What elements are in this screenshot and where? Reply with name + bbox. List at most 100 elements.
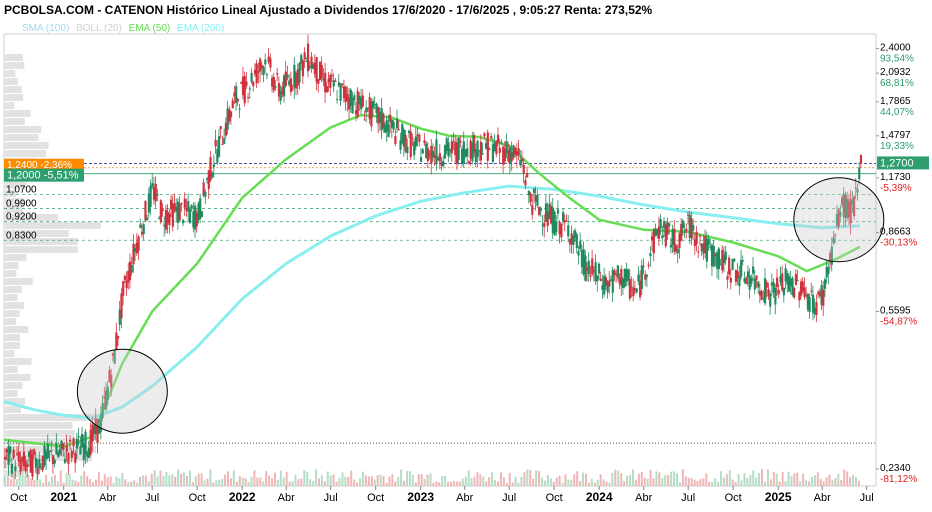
candle-body <box>752 266 755 274</box>
candle-body <box>488 148 491 150</box>
volume-bar <box>772 471 775 486</box>
candle-body <box>84 431 87 454</box>
candle-body <box>236 98 239 102</box>
candle-body <box>161 208 164 212</box>
volume-bar <box>602 479 605 486</box>
x-axis-label: 2021 <box>50 490 77 504</box>
right-axis-pct: 93,54% <box>880 53 914 64</box>
candle-body <box>123 276 127 281</box>
candle-body <box>363 119 366 121</box>
candle-body <box>409 131 412 158</box>
volume-bar <box>611 473 614 486</box>
volume-bar <box>350 470 353 486</box>
candle-body <box>247 96 250 98</box>
volume-bar <box>215 480 218 486</box>
volume-bar <box>725 474 728 486</box>
volume-bar <box>491 472 494 486</box>
candle-body <box>419 157 423 162</box>
volume-bar <box>138 476 141 486</box>
volume-profile-bar <box>5 54 23 61</box>
candle-body <box>394 136 397 144</box>
candle-body <box>272 76 275 91</box>
volume-bar <box>576 471 579 486</box>
volume-bar <box>411 475 414 486</box>
volume-bar <box>332 474 335 486</box>
candle-body <box>597 263 601 274</box>
candle-body <box>238 108 241 110</box>
volume-bar <box>162 476 165 486</box>
x-axis-label: Abr <box>278 492 295 504</box>
volume-bar <box>62 482 65 486</box>
volume-bar <box>476 472 479 486</box>
volume-bar <box>458 481 461 486</box>
volume-profile-bar <box>5 86 22 93</box>
candle-body <box>190 205 193 209</box>
candle-body <box>72 438 75 447</box>
volume-profile-bar <box>5 318 17 325</box>
volume-profile-bar <box>5 150 47 157</box>
volume-bar <box>587 482 590 486</box>
volume-bar <box>464 476 467 486</box>
candle-body <box>565 220 568 222</box>
candle-body <box>79 446 82 455</box>
volume-bar <box>282 477 285 486</box>
volume-bar <box>808 481 811 486</box>
candle-body <box>556 209 560 214</box>
volume-bar <box>752 470 755 486</box>
volume-bar <box>414 482 417 486</box>
candle-body <box>442 160 445 167</box>
candle-body <box>26 464 29 467</box>
candle-body <box>188 209 192 223</box>
volume-bar <box>699 479 702 486</box>
volume-bar <box>749 474 752 486</box>
volume-bar <box>667 475 670 486</box>
candle-body <box>182 220 185 224</box>
volume-bar <box>86 476 89 486</box>
candle-body <box>697 251 700 253</box>
volume-bar <box>854 476 857 486</box>
volume-profile-bar <box>5 78 18 85</box>
volume-bar <box>303 470 306 486</box>
candle-body <box>685 228 688 232</box>
volume-bar <box>106 477 109 486</box>
volume-bar <box>532 478 535 486</box>
volume-bar <box>42 482 45 486</box>
candle-body <box>777 289 780 295</box>
volume-bar <box>394 481 397 486</box>
candle-body <box>764 278 767 304</box>
candle-body <box>329 74 332 88</box>
volume-bar <box>825 477 828 486</box>
volume-bar <box>191 482 194 486</box>
volume-bar <box>159 470 162 486</box>
x-axis-label: Abr <box>99 492 116 504</box>
candle-body <box>490 136 493 139</box>
x-axis-label: Oct <box>10 492 27 504</box>
volume-bar <box>796 472 799 486</box>
volume-bar <box>467 470 470 486</box>
candle-body <box>154 183 157 202</box>
volume-profile-bar <box>5 142 49 149</box>
volume-bar <box>297 479 300 486</box>
candle-body <box>178 203 181 221</box>
volume-bar <box>68 473 71 486</box>
candle-body <box>647 264 650 266</box>
volume-bar <box>496 481 499 486</box>
candle-body <box>19 460 22 472</box>
candle-body <box>303 52 306 60</box>
volume-bar <box>494 480 497 486</box>
volume-bar <box>849 477 852 486</box>
candle-body <box>628 278 631 299</box>
volume-profile-bar <box>5 102 15 109</box>
candle-body <box>116 335 120 339</box>
candle-body <box>579 241 582 250</box>
volume-bar <box>285 471 288 486</box>
volume-bar <box>843 469 846 486</box>
volume-profile-bar <box>5 310 20 317</box>
candle-body <box>269 58 272 68</box>
candle-body <box>151 183 154 187</box>
volume-bar <box>693 479 696 486</box>
candle-body <box>284 71 287 86</box>
volume-bar <box>273 472 276 486</box>
volume-bar <box>221 478 224 486</box>
volume-bar <box>585 473 588 486</box>
